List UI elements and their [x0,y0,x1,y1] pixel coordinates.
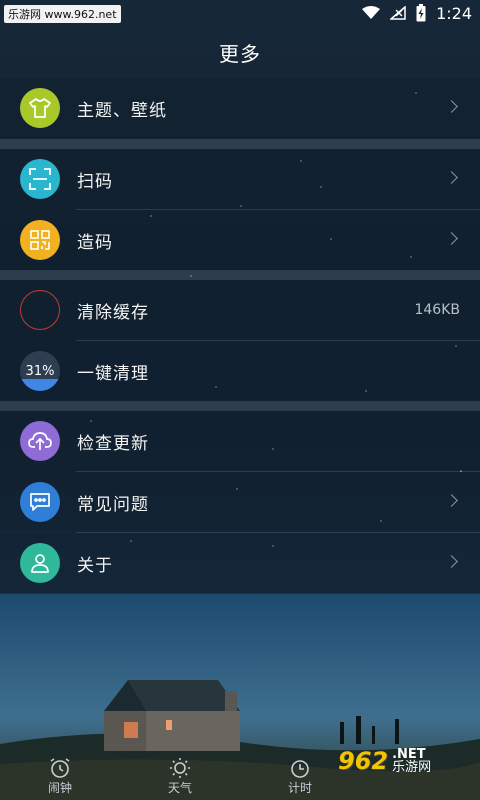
tshirt-icon [20,88,60,128]
section-divider [0,401,480,411]
menu-item-label: 关于 [77,555,113,576]
status-bar: 乐游网 www.962.net 1:24 [0,0,480,26]
tab-label: 计时 [287,781,312,795]
menu-item-label: 一键清理 [77,363,149,384]
chevron-right-icon [445,494,458,507]
menu-item-label: 扫码 [77,171,113,192]
memory-usage-fill [20,378,60,391]
menu-item-label: 检查更新 [77,433,149,454]
menu-item-label: 清除缓存 [77,302,149,323]
timer-icon [291,760,309,778]
memory-usage-value: 31% [25,363,55,379]
chevron-right-icon [445,232,458,245]
tab-label: 天气 [167,781,192,795]
menu-item-clear-cache[interactable]: 清除缓存 146KB [0,280,480,340]
menu-item-label: 主题、壁纸 [77,100,167,121]
header: 更多 [0,26,480,78]
tab-label: 闹钟 [47,781,72,795]
clock: 1:24 [436,3,472,23]
wifi-icon [362,6,381,19]
menu-item-faq[interactable]: 常见问题 [0,472,480,532]
chat-bubble-icon [20,482,60,522]
cloud-upload-icon [20,421,60,461]
alarm-clock-icon [50,758,70,778]
tab-weather[interactable]: 天气 [150,757,210,796]
user-icon [20,543,60,583]
menu-item-clean[interactable]: 31% 一键清理 [0,341,480,401]
battery-charging-icon [416,4,426,22]
watermark-text: 乐游网 [392,760,432,775]
cache-size: 146KB [414,302,460,318]
page-title: 更多 [219,41,261,66]
tab-alarm[interactable]: 闹钟 [30,757,90,796]
sun-icon [170,758,190,778]
memory-usage-gauge: 31% [20,351,60,391]
menu-item-make-code[interactable]: 造码 [0,210,480,270]
watermark-text: 乐游网 www.962.net [4,5,121,23]
menu-item-label: 常见问题 [77,494,149,515]
section-divider [0,139,480,149]
tab-timer[interactable]: 计时 [270,757,330,796]
qr-code-icon [20,220,60,260]
menu-item-label: 造码 [77,232,113,253]
section-divider [0,270,480,280]
chevron-right-icon [445,100,458,113]
signal-off-icon [390,6,406,20]
menu-item-theme[interactable]: 主题、壁纸 [0,78,480,138]
watermark-number: 962 [338,747,389,775]
chevron-right-icon [445,555,458,568]
menu-item-about[interactable]: 关于 [0,533,480,593]
site-watermark-logo: 962 .NET 乐游网 [338,744,474,778]
chevron-right-icon [445,171,458,184]
ring-icon [20,290,60,330]
menu-item-update[interactable]: 检查更新 [0,411,480,471]
scan-icon [20,159,60,199]
menu-item-scan[interactable]: 扫码 [0,149,480,209]
